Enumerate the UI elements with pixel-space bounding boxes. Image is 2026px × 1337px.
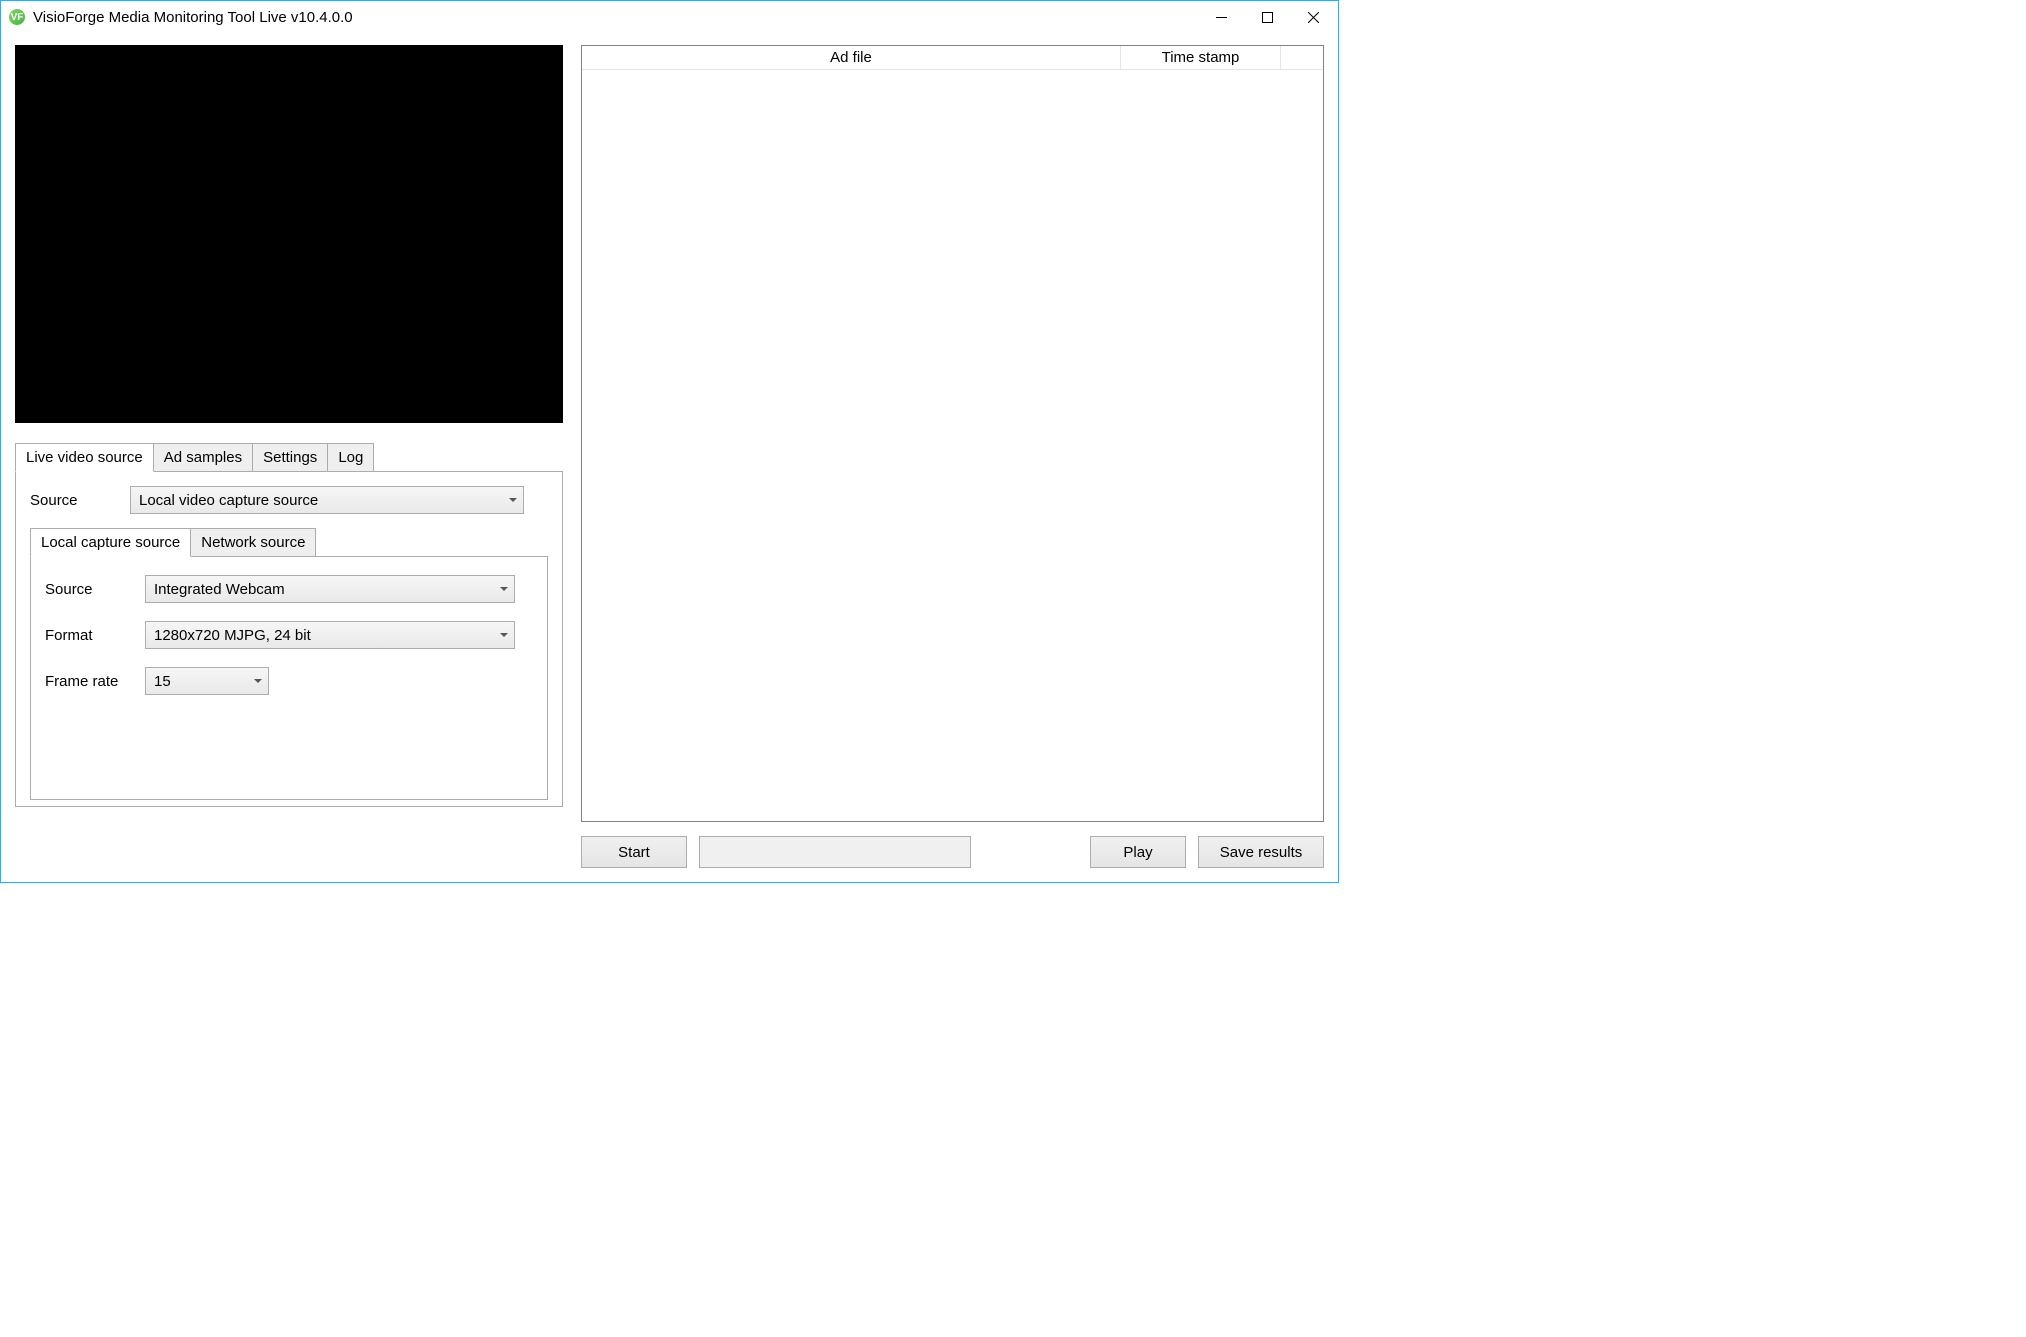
- capture-source-value: Integrated Webcam: [154, 581, 285, 598]
- chevron-down-icon: [500, 587, 508, 591]
- format-label: Format: [45, 627, 145, 644]
- chevron-down-icon: [509, 498, 517, 502]
- frame-rate-row: Frame rate 15: [45, 667, 533, 695]
- app-window: VF VisioForge Media Monitoring Tool Live…: [0, 0, 1339, 883]
- sub-tab-strip: Local capture source Network source: [30, 528, 548, 557]
- capture-source-label: Source: [45, 581, 145, 598]
- minimize-icon: [1216, 12, 1227, 23]
- minimize-button[interactable]: [1198, 2, 1244, 32]
- main-tab-panel: Source Local video capture source Local …: [15, 471, 563, 807]
- format-value: 1280x720 MJPG, 24 bit: [154, 627, 311, 644]
- frame-rate-label: Frame rate: [45, 673, 145, 690]
- source-type-label: Source: [30, 492, 130, 509]
- maximize-button[interactable]: [1244, 2, 1290, 32]
- tab-network-source[interactable]: Network source: [190, 528, 316, 557]
- save-results-button[interactable]: Save results: [1198, 836, 1324, 868]
- main-tab-strip: Live video source Ad samples Settings Lo…: [15, 443, 563, 472]
- window-controls: [1198, 2, 1336, 32]
- close-icon: [1308, 12, 1319, 23]
- column-time-stamp[interactable]: Time stamp: [1121, 46, 1281, 69]
- source-type-value: Local video capture source: [139, 492, 318, 509]
- chevron-down-icon: [254, 679, 262, 683]
- sub-tab-panel: Source Integrated Webcam Format 1280x720…: [30, 556, 548, 800]
- capture-source-row: Source Integrated Webcam: [45, 575, 533, 603]
- sub-tab-container: Local capture source Network source Sour…: [30, 528, 548, 800]
- source-type-combobox[interactable]: Local video capture source: [130, 486, 524, 514]
- column-extra[interactable]: [1281, 46, 1323, 69]
- start-button[interactable]: Start: [581, 836, 687, 868]
- results-listview[interactable]: Ad file Time stamp: [581, 45, 1324, 822]
- format-row: Format 1280x720 MJPG, 24 bit: [45, 621, 533, 649]
- listview-header: Ad file Time stamp: [582, 46, 1323, 70]
- capture-source-combobox[interactable]: Integrated Webcam: [145, 575, 515, 603]
- window-title: VisioForge Media Monitoring Tool Live v1…: [33, 9, 1198, 26]
- format-combobox[interactable]: 1280x720 MJPG, 24 bit: [145, 621, 515, 649]
- app-icon: VF: [9, 9, 25, 25]
- content-area: Live video source Ad samples Settings Lo…: [1, 33, 1338, 882]
- tab-log[interactable]: Log: [327, 443, 374, 472]
- source-type-row: Source Local video capture source: [30, 486, 548, 514]
- progress-textbox[interactable]: [699, 836, 971, 868]
- frame-rate-value: 15: [154, 673, 171, 690]
- tab-live-video-source[interactable]: Live video source: [15, 443, 154, 472]
- app-icon-text: VF: [11, 12, 24, 23]
- video-preview: [15, 45, 563, 423]
- maximize-icon: [1262, 12, 1273, 23]
- chevron-down-icon: [500, 633, 508, 637]
- tab-ad-samples[interactable]: Ad samples: [153, 443, 253, 472]
- bottom-bar: Start Play Save results: [581, 836, 1324, 868]
- right-panel: Ad file Time stamp Start Play Save resul…: [581, 45, 1324, 868]
- play-button[interactable]: Play: [1090, 836, 1186, 868]
- left-panel: Live video source Ad samples Settings Lo…: [15, 45, 563, 868]
- tab-local-capture-source[interactable]: Local capture source: [30, 528, 191, 557]
- close-button[interactable]: [1290, 2, 1336, 32]
- column-ad-file[interactable]: Ad file: [582, 46, 1121, 69]
- tab-settings[interactable]: Settings: [252, 443, 328, 472]
- titlebar: VF VisioForge Media Monitoring Tool Live…: [1, 1, 1338, 33]
- frame-rate-combobox[interactable]: 15: [145, 667, 269, 695]
- main-tab-container: Live video source Ad samples Settings Lo…: [15, 443, 563, 807]
